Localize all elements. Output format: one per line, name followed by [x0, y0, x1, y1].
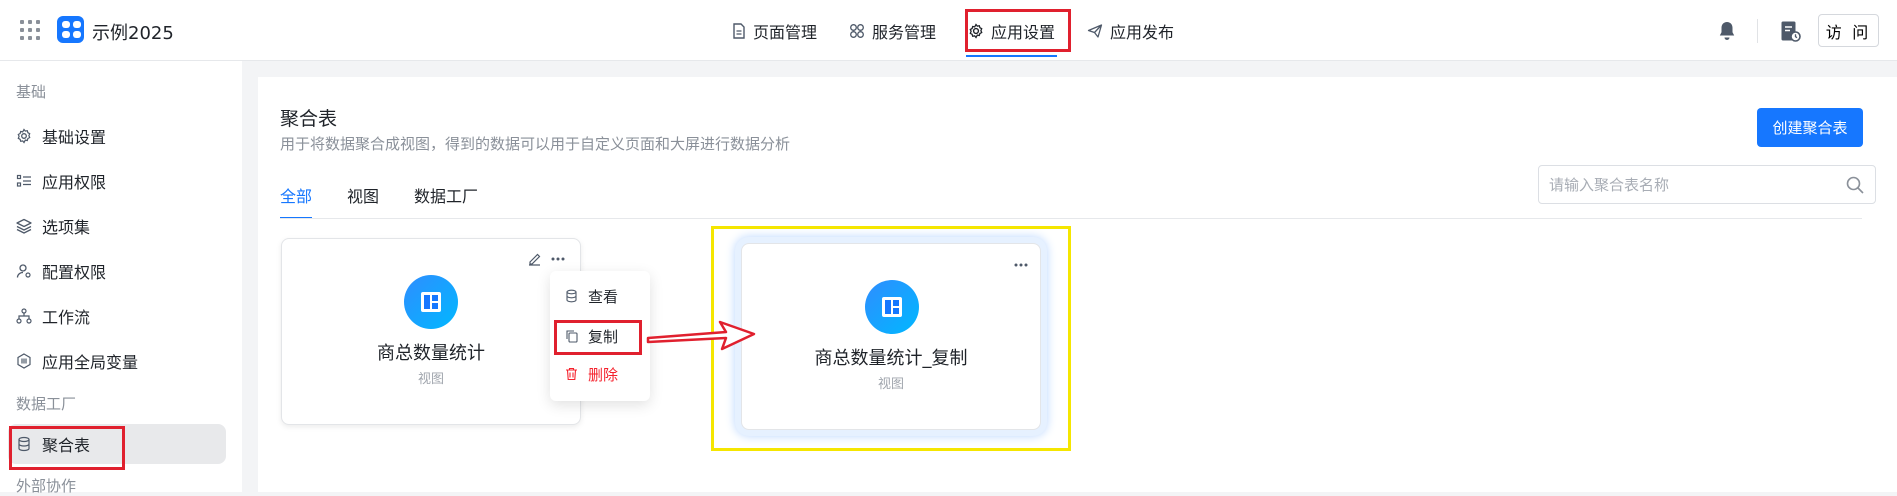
service-icon [850, 23, 864, 38]
search-icon[interactable] [1845, 175, 1865, 195]
app-logo [57, 16, 84, 43]
table-view-icon [404, 275, 458, 329]
highlight-copied-card [711, 226, 1071, 451]
menu-item-label: 删除 [588, 365, 619, 384]
highlight-aggregate-table [9, 426, 125, 470]
sidebar-item-label: 基础设置 [42, 128, 107, 147]
app-title: 示例2025 [92, 23, 174, 44]
sidebar-item-basic-settings[interactable]: 基础设置 [16, 116, 226, 156]
menu-item-delete[interactable]: 删除 [565, 360, 618, 388]
sidebar-item-option-sets[interactable]: 选项集 [16, 206, 226, 246]
sidebar-item-app-permissions[interactable]: 应用权限 [16, 161, 226, 201]
card-name: 商总数量统计 [377, 343, 485, 364]
sidebar-item-label: 应用权限 [42, 173, 107, 192]
edit-icon[interactable] [527, 252, 542, 267]
variable-icon [17, 353, 31, 369]
arrow-icon [646, 320, 756, 351]
aggregate-card[interactable]: 商总数量统计 视图 [281, 238, 581, 425]
sidebar-section-external: 外部协作 [16, 477, 77, 495]
highlight-app-settings [965, 9, 1071, 52]
header-divider [1757, 18, 1758, 43]
filter-tabs: 全部 视图 数据工厂 [280, 177, 513, 219]
more-icon[interactable] [551, 257, 565, 261]
database-icon [566, 289, 577, 303]
user-settings-icon [16, 264, 31, 278]
sidebar-item-label: 应用全局变量 [42, 353, 139, 372]
gear-icon [17, 128, 31, 144]
workflow-icon [16, 308, 32, 324]
menu-item-view[interactable]: 查看 [565, 282, 618, 310]
sidebar-item-workflow[interactable]: 工作流 [16, 296, 226, 336]
layers-icon [16, 218, 32, 234]
sidebar-section-basic: 基础 [16, 83, 47, 101]
list-icon [16, 174, 31, 187]
highlight-copy [554, 320, 642, 355]
sidebar-item-config-permissions[interactable]: 配置权限 [16, 251, 226, 291]
tab-divider [280, 218, 1862, 219]
bell-icon[interactable] [1715, 19, 1739, 43]
tab-view[interactable]: 视图 [347, 177, 379, 217]
nav-service-management[interactable]: 服务管理 [837, 0, 948, 61]
document-icon [733, 22, 745, 39]
sidebar-section-data-factory: 数据工厂 [16, 395, 77, 413]
sidebar-item-label: 选项集 [42, 218, 91, 237]
top-right-actions: 访 问 [1715, 0, 1897, 61]
page-title: 聚合表 [280, 108, 338, 130]
sidebar-item-label: 配置权限 [42, 263, 107, 282]
send-icon [1087, 23, 1103, 38]
top-bar: 示例2025 页面管理 服务管理 应用设置 应用发布 访 问 [0, 0, 1897, 61]
nav-label: 页面管理 [753, 22, 818, 42]
trash-icon [566, 367, 577, 381]
menu-item-label: 查看 [588, 287, 619, 306]
nav-app-publish[interactable]: 应用发布 [1075, 0, 1186, 61]
top-nav: 页面管理 服务管理 应用设置 应用发布 [720, 0, 1194, 61]
nav-label: 应用发布 [1110, 22, 1175, 42]
create-aggregate-table-button[interactable]: 创建聚合表 [1757, 108, 1863, 147]
sidebar-item-label: 工作流 [42, 308, 91, 327]
search-input[interactable] [1539, 166, 1829, 203]
document-clock-icon[interactable] [1778, 19, 1802, 43]
page-subtitle: 用于将数据聚合成视图，得到的数据可以用于自定义页面和大屏进行数据分析 [280, 135, 791, 153]
search-box [1538, 165, 1876, 204]
visit-button[interactable]: 访 问 [1818, 14, 1879, 47]
card-type: 视图 [417, 372, 444, 387]
nav-page-management[interactable]: 页面管理 [720, 0, 829, 61]
tab-data-factory[interactable]: 数据工厂 [414, 177, 478, 217]
tab-all[interactable]: 全部 [280, 177, 313, 219]
sidebar-item-global-variables[interactable]: 应用全局变量 [16, 341, 226, 381]
nav-label: 服务管理 [872, 22, 937, 42]
apps-grid-icon[interactable] [20, 20, 40, 40]
